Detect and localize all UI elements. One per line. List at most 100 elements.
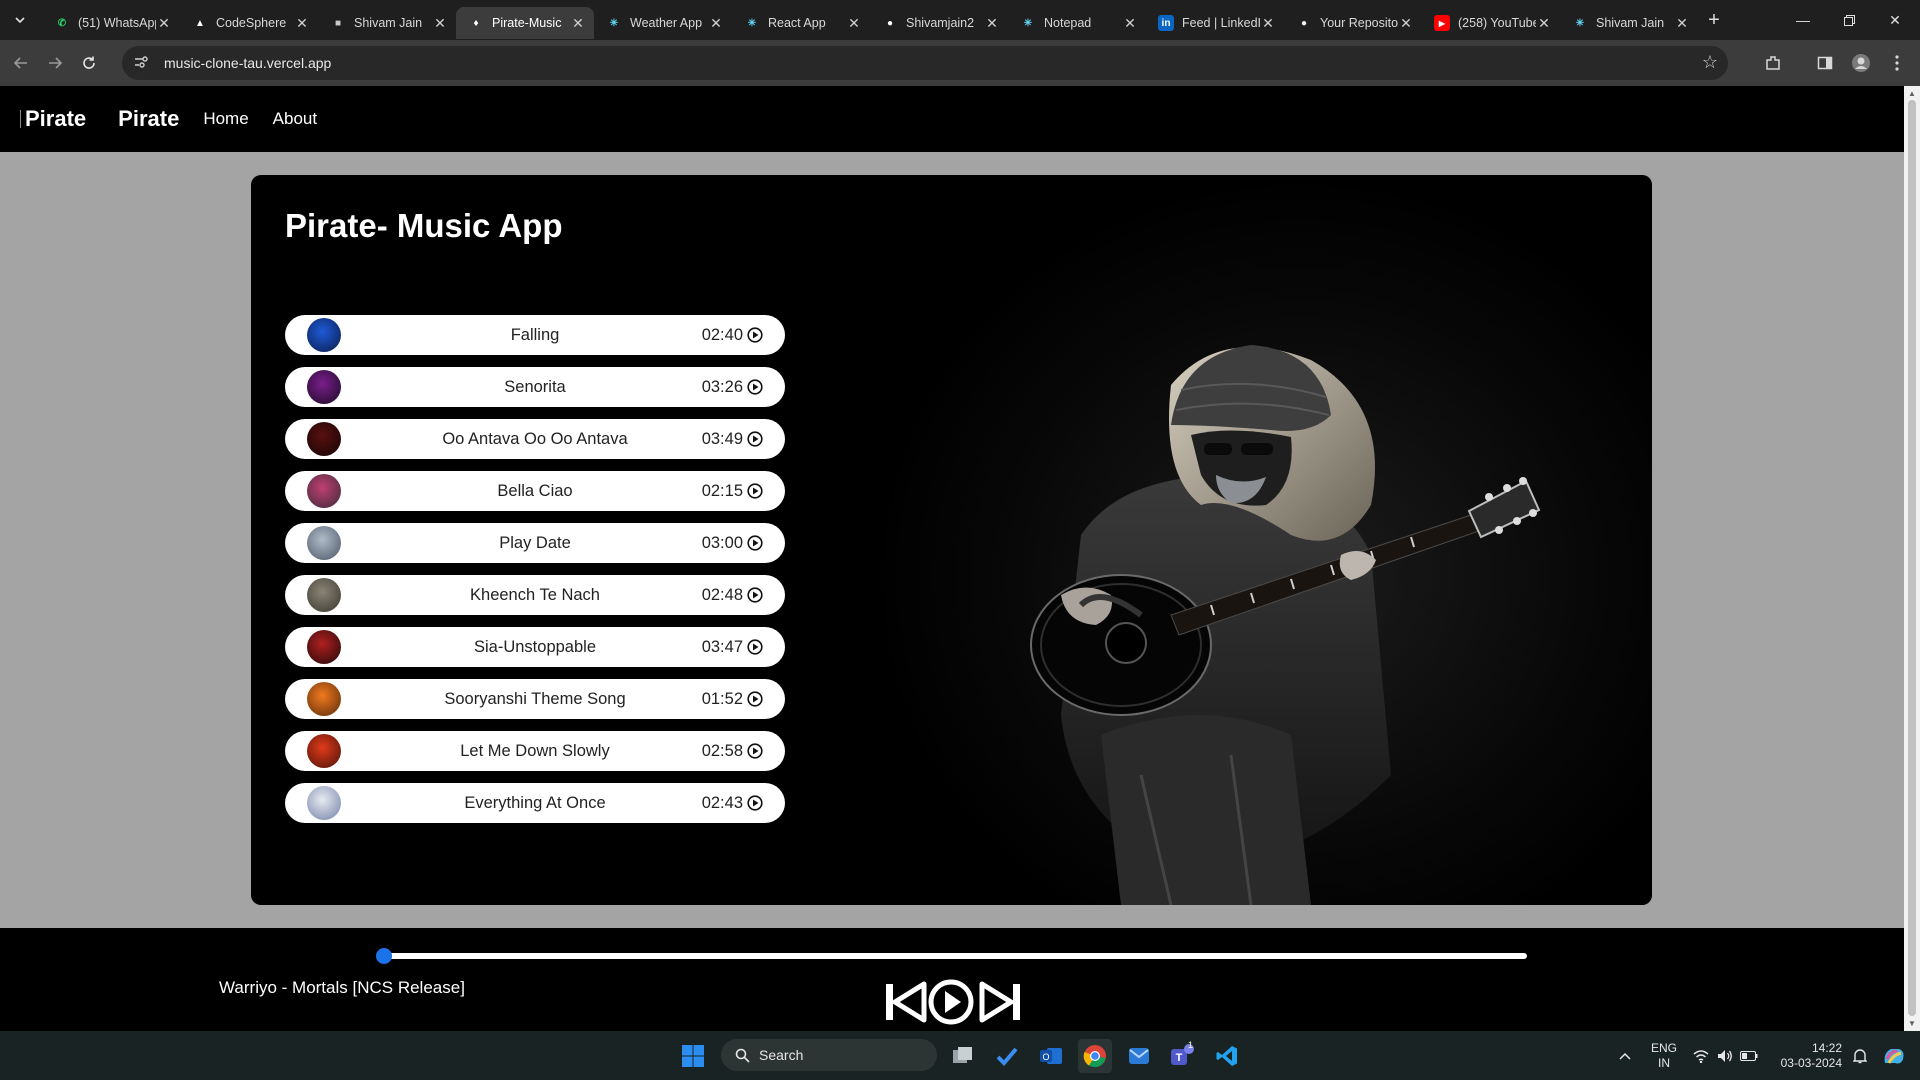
chrome-icon[interactable] xyxy=(1078,1039,1112,1073)
song-item[interactable]: Everything At Once 02:43 xyxy=(285,783,785,823)
scroll-down-arrow-icon[interactable]: ▼ xyxy=(1908,1019,1916,1028)
song-play-icon[interactable] xyxy=(747,483,763,499)
todo-app-icon[interactable] xyxy=(990,1039,1024,1073)
song-play-icon[interactable] xyxy=(747,327,763,343)
site-navbar: Pirate Pirate Home About xyxy=(0,86,1904,152)
tab-close-icon[interactable]: ✕ xyxy=(570,15,586,32)
browser-menu-icon[interactable] xyxy=(1882,48,1912,78)
url-text[interactable]: music-clone-tau.vercel.app xyxy=(164,55,331,71)
tab-close-icon[interactable]: ✕ xyxy=(156,15,172,32)
browser-tab[interactable]: ✳ Notepad ✕ xyxy=(1008,7,1146,39)
brand-link[interactable]: Pirate xyxy=(118,106,179,132)
new-tab-button[interactable]: + xyxy=(1700,6,1728,34)
tab-search-button[interactable] xyxy=(6,6,34,34)
tab-close-icon[interactable]: ✕ xyxy=(1122,15,1138,32)
song-item[interactable]: Oo Antava Oo Oo Antava 03:49 xyxy=(285,419,785,459)
previous-track-icon[interactable] xyxy=(883,978,927,1026)
minimize-button[interactable]: — xyxy=(1780,0,1826,40)
wifi-icon[interactable] xyxy=(1690,1031,1712,1080)
windows-taskbar: Search O T 1 ENG IN 14:22 03-03-2024 xyxy=(0,1031,1920,1080)
song-play-icon[interactable] xyxy=(747,795,763,811)
search-placeholder: Search xyxy=(759,1047,804,1063)
tab-label: React App xyxy=(768,16,826,30)
side-panel-icon[interactable] xyxy=(1810,48,1840,78)
browser-tab[interactable]: ✆ (51) WhatsApp ✕ xyxy=(42,7,180,39)
song-item[interactable]: Sia-Unstoppable 03:47 xyxy=(285,627,785,667)
song-item[interactable]: Falling 02:40 xyxy=(285,315,785,355)
song-item[interactable]: Sooryanshi Theme Song 01:52 xyxy=(285,679,785,719)
vscode-icon[interactable] xyxy=(1210,1039,1244,1073)
song-item[interactable]: Play Date 03:00 xyxy=(285,523,785,563)
notification-bell-icon[interactable] xyxy=(1848,1031,1872,1080)
tab-close-icon[interactable]: ✕ xyxy=(432,15,448,32)
reload-button[interactable] xyxy=(74,48,104,78)
bookmark-star-icon[interactable]: ☆ xyxy=(1702,52,1718,73)
song-item[interactable]: Let Me Down Slowly 02:58 xyxy=(285,731,785,771)
scrollbar-thumb[interactable] xyxy=(1908,100,1916,1016)
nav-link-about[interactable]: About xyxy=(273,109,317,129)
song-item[interactable]: Bella Ciao 02:15 xyxy=(285,471,785,511)
song-item[interactable]: Senorita 03:26 xyxy=(285,367,785,407)
logo-image[interactable]: Pirate xyxy=(20,106,86,132)
address-bar[interactable]: music-clone-tau.vercel.app ☆ xyxy=(122,46,1728,80)
song-play-icon[interactable] xyxy=(747,743,763,759)
codesphere-icon: ▲ xyxy=(195,17,205,29)
browser-tab[interactable]: ▲ CodeSphere ✕ xyxy=(180,7,318,39)
clock-time: 14:22 xyxy=(1811,1040,1842,1055)
browser-tab[interactable]: in Feed | LinkedIn ✕ xyxy=(1146,7,1284,39)
browser-tab[interactable]: ✳ Weather App ✕ xyxy=(594,7,732,39)
song-play-icon[interactable] xyxy=(747,639,763,655)
tab-close-icon[interactable]: ✕ xyxy=(984,15,1000,32)
song-play-icon[interactable] xyxy=(747,431,763,447)
outlook-new-icon[interactable] xyxy=(1122,1039,1156,1073)
copilot-icon[interactable] xyxy=(1874,1031,1914,1080)
clock-date: 03-03-2024 xyxy=(1780,1055,1842,1070)
teams-icon[interactable]: T 1 xyxy=(1166,1039,1200,1073)
browser-tab[interactable]: ● Shivamjain2 ✕ xyxy=(870,7,1008,39)
site-info-icon[interactable] xyxy=(134,55,152,72)
browser-tab[interactable]: ♦ Pirate-Music ✕ xyxy=(456,7,594,39)
browser-tab[interactable]: ✳ Shivam Jain ✕ xyxy=(1560,7,1698,39)
battery-icon[interactable] xyxy=(1738,1031,1760,1080)
clock[interactable]: 14:22 03-03-2024 xyxy=(1764,1031,1848,1080)
tab-close-icon[interactable]: ✕ xyxy=(708,15,724,32)
react-icon: ✳ xyxy=(1023,17,1033,29)
browser-tab[interactable]: ▶ (258) YouTube ✕ xyxy=(1422,7,1560,39)
page-scrollbar[interactable]: ▲ ▼ xyxy=(1904,86,1920,1031)
tab-close-icon[interactable]: ✕ xyxy=(1260,15,1276,32)
song-play-icon[interactable] xyxy=(747,691,763,707)
browser-tab[interactable]: ✳ React App ✕ xyxy=(732,7,870,39)
back-button[interactable] xyxy=(6,48,36,78)
browser-tab[interactable]: ● Your Repositories✕ xyxy=(1284,7,1422,39)
scroll-up-arrow-icon[interactable]: ▲ xyxy=(1908,89,1916,98)
song-play-icon[interactable] xyxy=(747,535,763,551)
taskbar-search[interactable]: Search xyxy=(721,1039,937,1071)
restore-button[interactable] xyxy=(1826,0,1872,40)
close-window-button[interactable]: ✕ xyxy=(1872,0,1918,40)
tab-close-icon[interactable]: ✕ xyxy=(294,15,310,32)
volume-icon[interactable] xyxy=(1714,1031,1736,1080)
song-duration: 03:47 xyxy=(701,637,743,656)
nav-link-home[interactable]: Home xyxy=(203,109,248,129)
extensions-icon[interactable] xyxy=(1758,48,1788,78)
song-play-icon[interactable] xyxy=(747,379,763,395)
show-hidden-icons-icon[interactable] xyxy=(1612,1031,1638,1080)
progress-slider[interactable] xyxy=(375,948,1527,964)
tab-close-icon[interactable]: ✕ xyxy=(846,15,862,32)
chevron-down-icon xyxy=(15,17,25,24)
next-track-icon[interactable] xyxy=(979,978,1023,1026)
progress-knob[interactable] xyxy=(375,948,392,964)
tab-close-icon[interactable]: ✕ xyxy=(1398,15,1414,32)
start-button[interactable] xyxy=(676,1039,710,1073)
tab-close-icon[interactable]: ✕ xyxy=(1536,15,1552,32)
language-indicator[interactable]: ENG IN xyxy=(1644,1031,1684,1080)
play-pause-icon[interactable] xyxy=(927,978,975,1026)
browser-tab[interactable]: ■ Shivam Jain ✕ xyxy=(318,7,456,39)
task-view-icon[interactable] xyxy=(946,1039,980,1073)
tab-close-icon[interactable]: ✕ xyxy=(1674,15,1690,32)
forward-button[interactable] xyxy=(40,48,70,78)
outlook-icon[interactable]: O xyxy=(1034,1039,1068,1073)
song-item[interactable]: Kheench Te Nach 02:48 xyxy=(285,575,785,615)
profile-avatar[interactable] xyxy=(1846,48,1876,78)
song-play-icon[interactable] xyxy=(747,587,763,603)
